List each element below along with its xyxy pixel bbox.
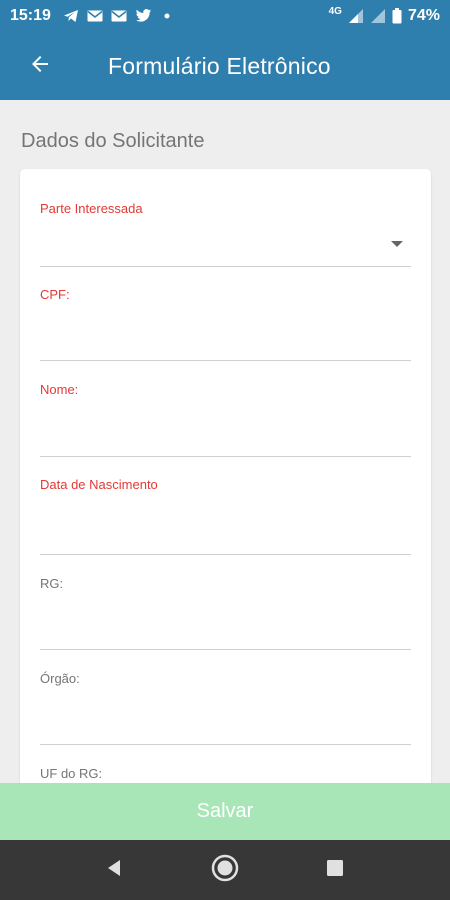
signal-icon (348, 8, 364, 24)
cpf-input[interactable]: CPF: (40, 287, 411, 361)
mail-icon (87, 10, 103, 22)
field-underline (40, 744, 411, 745)
telegram-icon (63, 9, 79, 23)
page-title: Formulário Eletrônico (108, 52, 331, 79)
recents-square-icon (325, 858, 345, 883)
signal-icon (370, 8, 386, 24)
field-label: Data de Nascimento (40, 477, 158, 492)
section-title: Dados do Solicitante (21, 130, 205, 152)
back-button[interactable] (0, 32, 80, 100)
chevron-down-icon (391, 241, 403, 247)
battery-icon (392, 8, 402, 24)
nav-recents-button[interactable] (305, 840, 365, 900)
field-label: Parte Interessada (40, 201, 143, 216)
field-underline (40, 456, 411, 457)
nome-input[interactable]: Nome: (40, 382, 411, 457)
arrow-left-icon (28, 52, 52, 81)
form-card: Parte Interessada CPF: Nome: Data de Nas… (20, 169, 431, 783)
status-bar: 15:19 4G 74% (0, 0, 450, 32)
data-nascimento-input[interactable]: Data de Nascimento (40, 477, 411, 555)
parte-interessada-dropdown[interactable]: Parte Interessada (40, 201, 411, 267)
back-triangle-icon (105, 858, 125, 883)
uf-rg-input[interactable]: UF do RG: (40, 766, 411, 783)
field-underline (40, 554, 411, 555)
form-content[interactable]: Dados do Solicitante Parte Interessada C… (0, 100, 450, 783)
save-button[interactable]: Salvar (0, 783, 450, 840)
field-label: RG: (40, 576, 64, 591)
field-label: CPF: (40, 287, 70, 302)
nav-back-button[interactable] (85, 840, 145, 900)
app-bar: Formulário Eletrônico (0, 32, 450, 100)
nav-home-button[interactable] (195, 840, 255, 900)
twitter-icon (135, 9, 152, 23)
network-type: 4G (328, 5, 342, 17)
rg-input[interactable]: RG: (40, 576, 411, 650)
field-underline (40, 360, 411, 361)
mail-icon (111, 10, 127, 22)
field-underline (40, 266, 411, 267)
field-label: UF do RG: (40, 766, 103, 781)
orgao-input[interactable]: Órgão: (40, 671, 411, 745)
status-time: 15:19 (10, 7, 51, 24)
field-label: Órgão: (40, 671, 80, 686)
save-button-label: Salvar (196, 800, 254, 822)
home-circle-icon (210, 853, 240, 888)
field-underline (40, 649, 411, 650)
battery-percent: 74% (407, 7, 440, 24)
dot-icon (160, 9, 174, 23)
field-label: Nome: (40, 382, 79, 397)
system-nav-bar (0, 840, 450, 900)
